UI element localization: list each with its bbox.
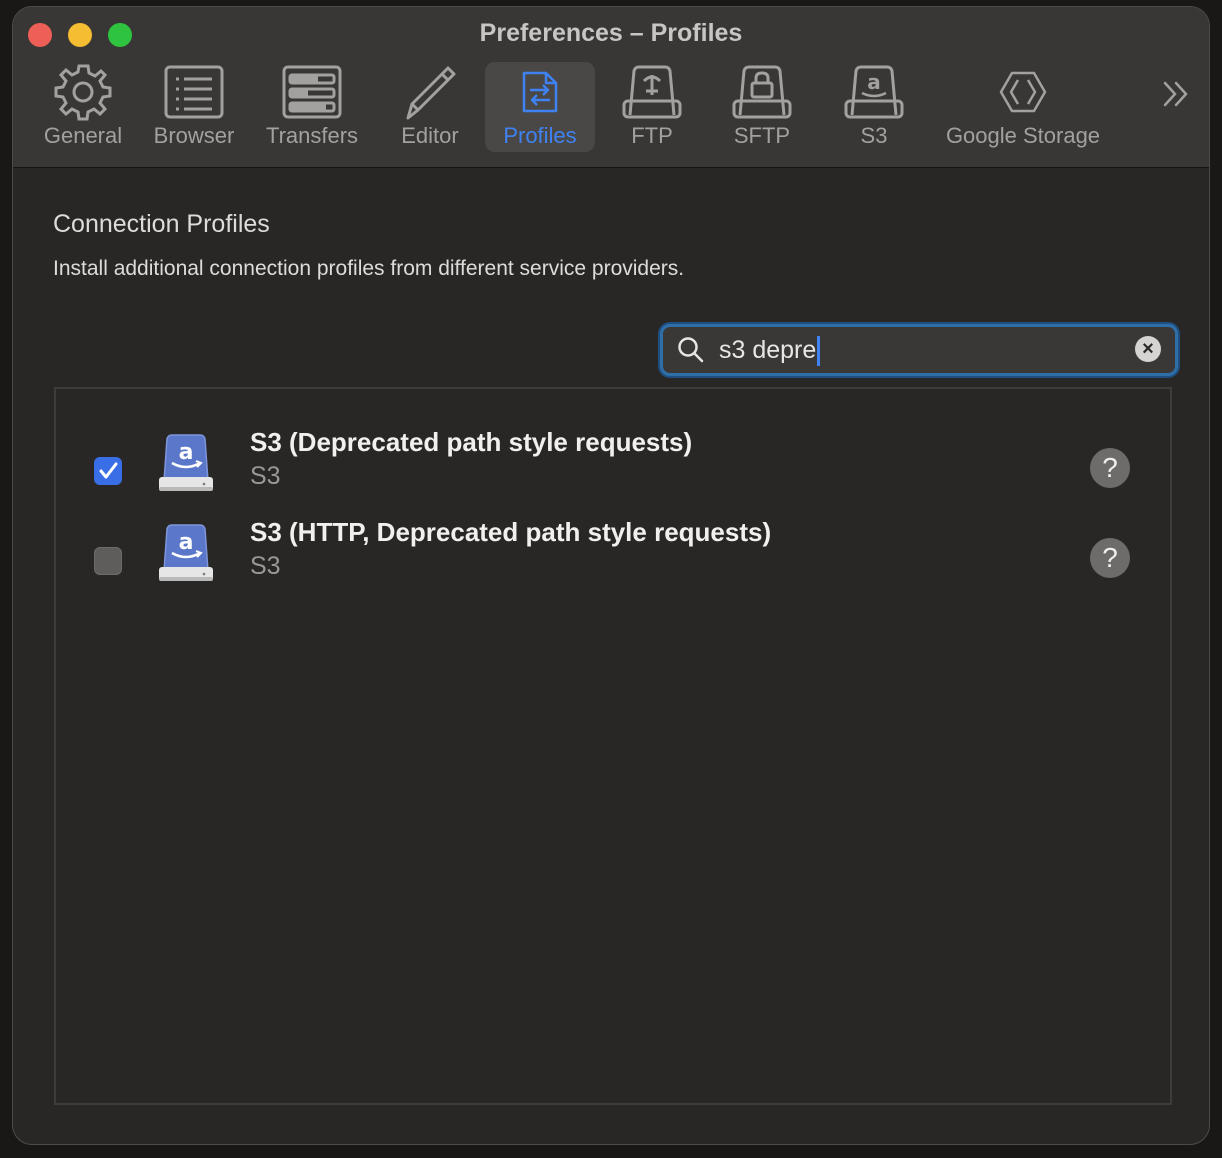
profile-title: S3 (HTTP, Deprecated path style requests… (250, 517, 772, 547)
tab-browser[interactable]: Browser (139, 62, 249, 152)
preferences-window: Preferences – Profiles General Browser T… (12, 6, 1210, 1145)
tab-general[interactable]: General (27, 62, 139, 152)
google-storage-icon (998, 62, 1048, 122)
profiles-list: a S3 (Deprecated path style requests) S3… (54, 387, 1172, 1105)
search-field[interactable]: s3 depre × (660, 324, 1178, 376)
amazon-s3-drive-icon: a (156, 523, 216, 590)
titlebar: Preferences – Profiles General Browser T… (13, 7, 1209, 168)
svg-text:a: a (179, 440, 194, 465)
profiles-icon (520, 62, 560, 122)
profile-checkbox[interactable] (94, 547, 122, 575)
profile-title: S3 (Deprecated path style requests) (250, 427, 693, 457)
tab-label: Browser (153, 123, 235, 148)
amazon-s3-drive-icon: a (156, 433, 216, 500)
s3-drive-icon: a (844, 62, 904, 122)
svg-text:a: a (179, 530, 194, 555)
tab-label: General (43, 123, 123, 148)
text-caret (817, 336, 821, 367)
window-title: Preferences – Profiles (479, 19, 743, 47)
help-button[interactable]: ? (1090, 448, 1130, 488)
help-button[interactable]: ? (1090, 538, 1130, 578)
tab-label: Profiles (503, 123, 577, 148)
tab-label: Editor (401, 123, 459, 148)
profile-protocol: S3 (250, 552, 281, 580)
tab-label: S3 (860, 123, 888, 148)
tab-label: Transfers (265, 123, 359, 148)
tab-google-storage[interactable]: Google Storage (933, 62, 1113, 152)
profile-checkbox[interactable] (94, 457, 122, 485)
tab-profiles[interactable]: Profiles (485, 62, 595, 152)
search-icon (677, 336, 705, 369)
svg-text:a: a (867, 70, 881, 94)
list-item[interactable]: a S3 (Deprecated path style requests) S3… (56, 405, 1170, 495)
tab-label: Google Storage (945, 123, 1101, 148)
pencil-icon (400, 62, 460, 122)
search-value: s3 depre (719, 336, 817, 364)
tab-label: FTP (631, 123, 673, 148)
sftp-drive-icon (732, 62, 792, 122)
list-item[interactable]: a S3 (HTTP, Deprecated path style reques… (56, 495, 1170, 585)
transfers-icon (282, 62, 342, 122)
section-description: Install additional connection profiles f… (53, 257, 685, 280)
tab-s3[interactable]: a S3 (819, 62, 929, 152)
tab-sftp[interactable]: SFTP (707, 62, 817, 152)
browser-list-icon (164, 62, 224, 122)
ftp-drive-icon (622, 62, 682, 122)
section-title: Connection Profiles (53, 210, 270, 238)
tab-ftp[interactable]: FTP (597, 62, 707, 152)
tab-label: SFTP (733, 123, 791, 148)
search-input[interactable]: s3 depre (719, 334, 821, 367)
gear-icon (53, 62, 113, 122)
clear-search-icon[interactable]: × (1135, 336, 1161, 362)
profile-protocol: S3 (250, 462, 281, 490)
toolbar-overflow-chevron-icon[interactable] (1161, 79, 1191, 109)
tab-editor[interactable]: Editor (375, 62, 485, 152)
tab-transfers[interactable]: Transfers (249, 62, 375, 152)
